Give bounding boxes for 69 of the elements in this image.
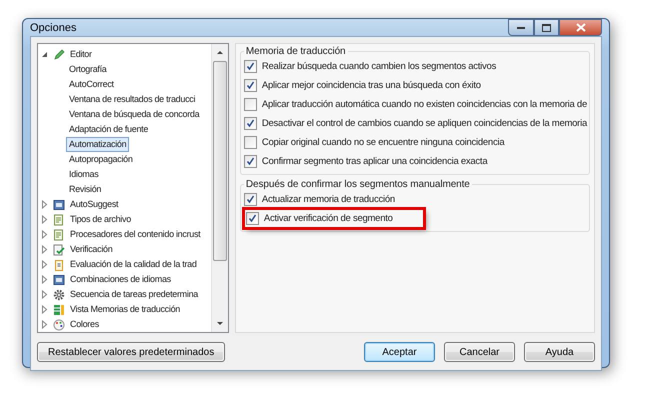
scrollbar[interactable]: [210, 44, 228, 332]
tree-item[interactable]: Vista Memorias de traducción: [67, 302, 183, 317]
tree-item[interactable]: Procesadores del contenido incrust: [67, 227, 204, 242]
tree-item[interactable]: Idiomas: [66, 167, 102, 182]
checkbox-label: Aplicar mejor coincidencia tras una búsqueda con éxito: [262, 80, 481, 91]
tree-item[interactable]: Tipos de archivo: [67, 212, 134, 227]
checkbox[interactable]: [244, 136, 257, 149]
reset-button[interactable]: Restablecer valores predeterminados: [37, 342, 226, 362]
tree-item[interactable]: Verificación: [67, 242, 116, 257]
minimize-button[interactable]: [508, 19, 534, 36]
expand-icon[interactable]: [40, 215, 49, 224]
collapse-icon[interactable]: [40, 50, 49, 59]
checkbox-label: Realizar búsqueda cuando cambien los segmentos activos: [262, 61, 496, 72]
tree-item[interactable]: Evaluación de la calidad de la trad: [67, 257, 200, 272]
expand-icon[interactable]: [40, 260, 49, 269]
tree-item[interactable]: Ortografía: [66, 62, 110, 77]
tree-item[interactable]: Combinaciones de idiomas: [67, 272, 174, 287]
expand-icon[interactable]: [40, 230, 49, 239]
checkbox[interactable]: [244, 155, 257, 168]
dialog-button[interactable]: Ayuda: [524, 342, 595, 362]
dialog-button[interactable]: Cancelar: [444, 342, 515, 362]
checkbox[interactable]: [244, 79, 257, 92]
dialog-button[interactable]: Aceptar: [364, 342, 435, 362]
maximize-icon: [542, 24, 551, 32]
checkbox-label: Desactivar el control de cambios cuando se apliquen coincidencias de la memoria: [262, 118, 587, 129]
tree-item[interactable]: Adaptación de fuente: [66, 122, 152, 137]
close-button[interactable]: [559, 19, 602, 36]
checkbox-label: Aplicar traducción automática cuando no existen coincidencias con la memoria de: [262, 99, 587, 110]
expand-icon[interactable]: [40, 305, 49, 314]
checkbox-label: Confirmar segmento tras aplicar una coincidencia exacta: [262, 156, 488, 167]
expand-icon[interactable]: [40, 290, 49, 299]
tree-item[interactable]: Ventana de búsqueda de concorda: [66, 107, 202, 122]
tree-item[interactable]: Secuencia de tareas predetermina: [67, 287, 201, 302]
checkbox[interactable]: [244, 117, 257, 130]
window-title: Opciones: [30, 22, 76, 34]
expand-icon[interactable]: [40, 320, 49, 329]
tree-item[interactable]: Colores: [67, 317, 102, 332]
group-title: Memoria de traducción: [244, 46, 347, 57]
clipboard-icon: [53, 258, 65, 270]
tree-item[interactable]: Editor: [67, 47, 95, 62]
pencil-icon: [53, 48, 65, 60]
checklist-icon: [53, 244, 65, 256]
maximize-button[interactable]: [534, 19, 559, 36]
gear-icon: [53, 288, 65, 300]
tree-item[interactable]: AutoSuggest: [67, 197, 122, 212]
window-icon: [53, 274, 65, 286]
tree-item[interactable]: AutoCorrect: [66, 77, 117, 92]
checkbox-label: Actualizar memoria de traducción: [262, 194, 395, 205]
checkbox-label: Copiar original cuando no se encuentre ninguna coincidencia: [262, 137, 504, 148]
checkbox[interactable]: [244, 60, 257, 73]
tree-item[interactable]: Automatización: [66, 137, 130, 152]
checkbox-label: Activar verificación de segmento: [264, 213, 393, 224]
group-title: Después de confirmar los segmentos manualmente: [244, 179, 471, 190]
table-icon: [53, 304, 65, 316]
expand-icon[interactable]: [40, 200, 49, 209]
tree-item[interactable]: Revisión: [66, 182, 104, 197]
checkbox[interactable]: [244, 193, 257, 206]
document-icon: [53, 214, 65, 226]
checkbox[interactable]: [244, 98, 257, 111]
tree-item[interactable]: Ventana de resultados de traducci: [66, 92, 198, 107]
window-icon: [53, 198, 65, 210]
expand-icon[interactable]: [40, 245, 49, 254]
minimize-icon: [517, 26, 525, 29]
document-icon: [53, 228, 65, 240]
palette-icon: [53, 318, 65, 330]
checkbox[interactable]: [246, 212, 259, 225]
close-icon: [576, 23, 586, 32]
tree-item[interactable]: Autopropagación: [66, 152, 136, 167]
expand-icon[interactable]: [40, 275, 49, 284]
